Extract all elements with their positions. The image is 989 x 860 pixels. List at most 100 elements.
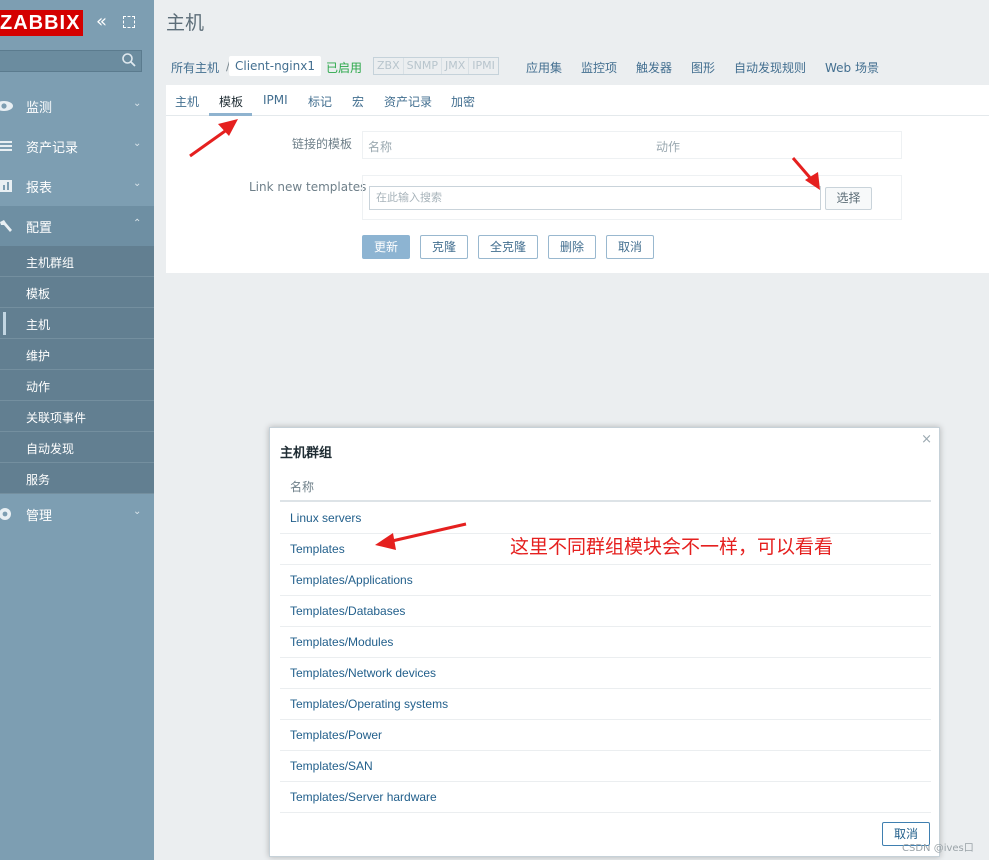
cancel-button[interactable]: 取消 xyxy=(606,235,654,259)
template-search-input[interactable]: 在此输入搜索 xyxy=(369,186,821,210)
search-icon[interactable] xyxy=(121,52,137,68)
tab-encryption[interactable]: 加密 xyxy=(451,93,475,110)
link-discovery-rules[interactable]: 自动发现规则 xyxy=(734,59,806,76)
logo-bar: ZABBIX « xyxy=(0,0,154,46)
eye-icon xyxy=(0,101,13,111)
zbx-badge: ZBX xyxy=(374,58,404,74)
submenu-label: 主机群组 xyxy=(26,256,75,270)
close-icon[interactable]: × xyxy=(921,432,932,447)
list-item: Linux servers xyxy=(280,503,931,534)
host-group-link[interactable]: Templates/Modules xyxy=(290,635,393,649)
linked-templates-label: 链接的模板 xyxy=(292,137,353,151)
list-item: Templates/Network devices xyxy=(280,658,931,689)
host-group-link[interactable]: Templates/Server hardware xyxy=(290,790,437,804)
list-item: Templates/SAN xyxy=(280,751,931,782)
submenu-discovery[interactable]: 自动发现 xyxy=(0,432,154,463)
menu-label: 管理 xyxy=(26,509,53,524)
list-item: Templates/Power xyxy=(280,720,931,751)
column-action-header: 动作 xyxy=(656,140,681,154)
host-group-link[interactable]: Templates/Applications xyxy=(290,573,413,587)
submenu-label: 模板 xyxy=(26,287,51,301)
submenu-host-groups[interactable]: 主机群组 xyxy=(0,246,154,277)
zabbix-logo[interactable]: ZABBIX xyxy=(0,10,84,36)
menu-inventory[interactable]: 资产记录 ⌄ xyxy=(0,126,154,166)
host-group-link[interactable]: Templates/Databases xyxy=(290,604,405,618)
submenu-templates[interactable]: 模板 xyxy=(0,277,154,308)
ipmi-badge: IPMI xyxy=(472,59,495,72)
submenu-maintenance[interactable]: 维护 xyxy=(0,339,154,370)
submenu-services[interactable]: 服务 xyxy=(0,463,154,494)
menu-administration[interactable]: 管理 ⌄ xyxy=(0,494,154,534)
menu-label: 报表 xyxy=(26,181,53,196)
list-item: Templates/Operating systems xyxy=(280,689,931,720)
host-group-link[interactable]: Templates/Operating systems xyxy=(290,697,448,711)
link-graphs[interactable]: 图形 xyxy=(691,59,715,76)
bar-chart-icon xyxy=(0,180,12,192)
tabs: 主机 模板 IPMI 标记 宏 资产记录 加密 xyxy=(166,85,989,116)
select-button[interactable]: 选择 xyxy=(825,187,872,210)
config-submenu: 主机群组 模板 主机 维护 动作 关联项事件 自动发现 服务 xyxy=(0,246,154,494)
availability-badges: ZBX SNMP JMX IPMI xyxy=(373,57,499,75)
column-name-header: 名称 xyxy=(290,480,315,494)
list-item: Templates/Databases xyxy=(280,596,931,627)
link-triggers[interactable]: 触发器 xyxy=(636,59,672,76)
delete-button[interactable]: 删除 xyxy=(548,235,596,259)
modal-table-header: 名称 xyxy=(280,476,931,502)
sidebar-search-input[interactable] xyxy=(0,50,142,72)
link-web-scenarios[interactable]: Web 场景 xyxy=(825,59,879,76)
breadcrumb-current-host[interactable]: Client-nginx1 xyxy=(229,56,321,76)
gear-icon xyxy=(0,508,11,520)
host-group-link[interactable]: Templates/SAN xyxy=(290,759,373,773)
menu-label: 资产记录 xyxy=(26,141,79,156)
submenu-actions[interactable]: 动作 xyxy=(0,370,154,401)
collapse-sidebar-icon[interactable]: « xyxy=(96,12,107,32)
link-new-templates-label: Link new templates xyxy=(249,180,367,194)
menu-reports[interactable]: 报表 ⌄ xyxy=(0,166,154,206)
host-group-link[interactable]: Linux servers xyxy=(290,511,361,525)
wrench-icon xyxy=(0,220,12,232)
tab-macros[interactable]: 宏 xyxy=(352,93,364,110)
chevron-down-icon: ⌄ xyxy=(133,98,142,109)
host-group-link[interactable]: Templates/Network devices xyxy=(290,666,436,680)
column-name-header: 名称 xyxy=(368,140,393,154)
submenu-event-correlation[interactable]: 关联项事件 xyxy=(0,401,154,432)
host-form-panel: 主机 模板 IPMI 标记 宏 资产记录 加密 链接的模板 名称 动作 Link… xyxy=(166,85,989,273)
sidebar: ZABBIX « 监测 ⌄ 资产记录 ⌄ 报表 ⌄ 配置 ⌃ 主机群组 模板 主… xyxy=(0,0,154,860)
breadcrumb-all-hosts[interactable]: 所有主机 xyxy=(171,59,219,76)
submenu-label: 维护 xyxy=(26,349,51,363)
tab-tags[interactable]: 标记 xyxy=(308,93,332,110)
host-group-link[interactable]: Templates xyxy=(290,542,345,556)
chevron-up-icon: ⌃ xyxy=(133,218,142,229)
host-status-enabled[interactable]: 已启用 xyxy=(326,59,362,76)
tab-ipmi[interactable]: IPMI xyxy=(263,93,288,107)
host-group-link[interactable]: Templates/Power xyxy=(290,728,382,742)
link-items[interactable]: 监控项 xyxy=(581,59,617,76)
menu-configuration[interactable]: 配置 ⌃ xyxy=(0,206,154,246)
breadcrumb: 所有主机 / Client-nginx1 已启用 ZBX SNMP JMX IP… xyxy=(154,45,989,85)
main-menu: 监测 ⌄ 资产记录 ⌄ 报表 ⌄ 配置 ⌃ 主机群组 模板 主机 维护 动作 关… xyxy=(0,86,154,534)
full-clone-button[interactable]: 全克隆 xyxy=(478,235,538,259)
submenu-hosts[interactable]: 主机 xyxy=(0,308,154,339)
tab-templates[interactable]: 模板 xyxy=(219,93,243,110)
tab-inventory[interactable]: 资产记录 xyxy=(384,93,432,110)
snmp-badge: SNMP xyxy=(404,58,442,74)
clone-button[interactable]: 克隆 xyxy=(420,235,468,259)
submenu-label: 关联项事件 xyxy=(26,411,87,425)
host-groups-modal: 主机群组 × 名称 Linux servers Templates Templa… xyxy=(269,427,940,857)
link-applications[interactable]: 应用集 xyxy=(526,59,562,76)
kiosk-mode-icon[interactable] xyxy=(123,16,135,28)
chevron-down-icon: ⌄ xyxy=(133,506,142,517)
tab-host[interactable]: 主机 xyxy=(175,93,199,110)
menu-label: 监测 xyxy=(26,101,53,116)
update-button[interactable]: 更新 xyxy=(362,235,410,259)
active-tab-indicator xyxy=(209,113,252,116)
submenu-label: 主机 xyxy=(26,318,51,332)
annotation-note: 这里不同群组模块会不一样，可以看看 xyxy=(510,536,834,558)
jmx-badge: JMX xyxy=(442,58,470,74)
list-item: Templates/Applications xyxy=(280,565,931,596)
chevron-down-icon: ⌄ xyxy=(133,178,142,189)
submenu-label: 服务 xyxy=(26,473,51,487)
link-new-templates-box: 在此输入搜索 选择 xyxy=(362,175,902,220)
list-item: Templates/Server hardware xyxy=(280,782,931,813)
menu-monitoring[interactable]: 监测 ⌄ xyxy=(0,86,154,126)
